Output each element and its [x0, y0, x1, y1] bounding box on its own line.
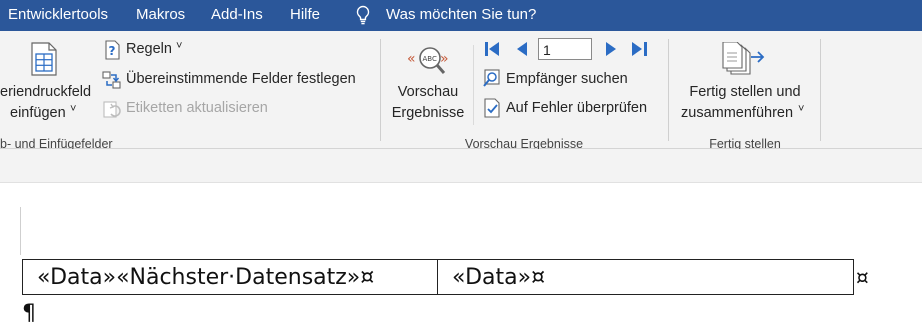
rules-icon[interactable]: ?	[102, 40, 122, 60]
lightbulb-icon[interactable]	[354, 5, 372, 25]
menu-bar: Entwicklertools Makros Add-Ins Hilfe Was…	[0, 0, 922, 31]
preview-results-label-line1[interactable]: Vorschau	[392, 84, 464, 100]
inner-separator	[473, 45, 474, 125]
find-recipient-button[interactable]: Empfänger suchen	[506, 71, 628, 87]
menu-entwicklertools[interactable]: Entwicklertools	[8, 0, 108, 31]
chevron-down-icon[interactable]: ˅	[70, 103, 76, 115]
chevron-down-icon[interactable]: ˅	[798, 103, 804, 115]
tell-me-search[interactable]: Was möchten Sie tun?	[386, 0, 536, 31]
paragraph-mark: ¶	[22, 301, 36, 326]
preview-results-label-line2[interactable]: Ergebnisse	[390, 105, 466, 121]
group-separator	[668, 39, 669, 141]
next-record-icon[interactable]	[604, 41, 618, 57]
check-errors-icon[interactable]	[482, 98, 502, 118]
match-fields-button[interactable]: Übereinstimmende Felder festlegen	[126, 71, 356, 87]
table-cell-2[interactable]: «Data»¤	[437, 259, 854, 295]
chevron-down-icon[interactable]: ˅	[176, 40, 182, 52]
record-number-field[interactable]: 1	[538, 38, 592, 60]
menu-hilfe[interactable]: Hilfe	[290, 0, 320, 31]
menu-add-ins[interactable]: Add-Ins	[211, 0, 263, 31]
update-labels-icon	[103, 101, 121, 118]
menu-makros[interactable]: Makros	[136, 0, 185, 31]
svg-text:«: «	[407, 51, 416, 67]
document-page: «Data»«Nächster·Datensatz»¤ «Data»¤ ¤ ¶	[0, 183, 922, 333]
finish-merge-label-line2[interactable]: zusammenführen	[681, 105, 793, 121]
svg-text:»: »	[440, 51, 449, 67]
preview-results-icon[interactable]: « ABC »	[407, 43, 451, 77]
row-end-mark: ¤	[856, 265, 869, 289]
check-errors-button[interactable]: Auf Fehler überprüfen	[506, 100, 647, 116]
group-separator	[380, 39, 381, 141]
insert-merge-field-icon[interactable]	[29, 42, 59, 76]
insert-merge-field-label-line1[interactable]: eriendruckfeld	[0, 84, 91, 100]
update-labels-button: Etiketten aktualisieren	[126, 100, 268, 116]
finish-merge-label-line1[interactable]: Fertig stellen und	[678, 84, 812, 100]
previous-record-icon[interactable]	[515, 41, 529, 57]
ribbon: eriendruckfeld einfügen ˅ ? Regeln ˅ Übe…	[0, 31, 922, 151]
match-fields-icon[interactable]	[102, 70, 122, 90]
last-record-icon[interactable]	[631, 41, 649, 57]
ribbon-gap	[0, 149, 922, 183]
svg-text:?: ?	[109, 44, 116, 58]
table-cell-1[interactable]: «Data»«Nächster·Datensatz»¤	[22, 259, 438, 295]
finish-merge-icon[interactable]	[722, 42, 766, 76]
margin-marker	[20, 207, 21, 255]
first-record-icon[interactable]	[484, 41, 500, 57]
svg-text:ABC: ABC	[423, 55, 437, 63]
insert-merge-field-label-line2[interactable]: einfügen	[10, 105, 66, 121]
rules-button[interactable]: Regeln	[126, 41, 172, 57]
find-recipient-icon[interactable]	[482, 69, 502, 89]
group-separator	[820, 39, 821, 141]
